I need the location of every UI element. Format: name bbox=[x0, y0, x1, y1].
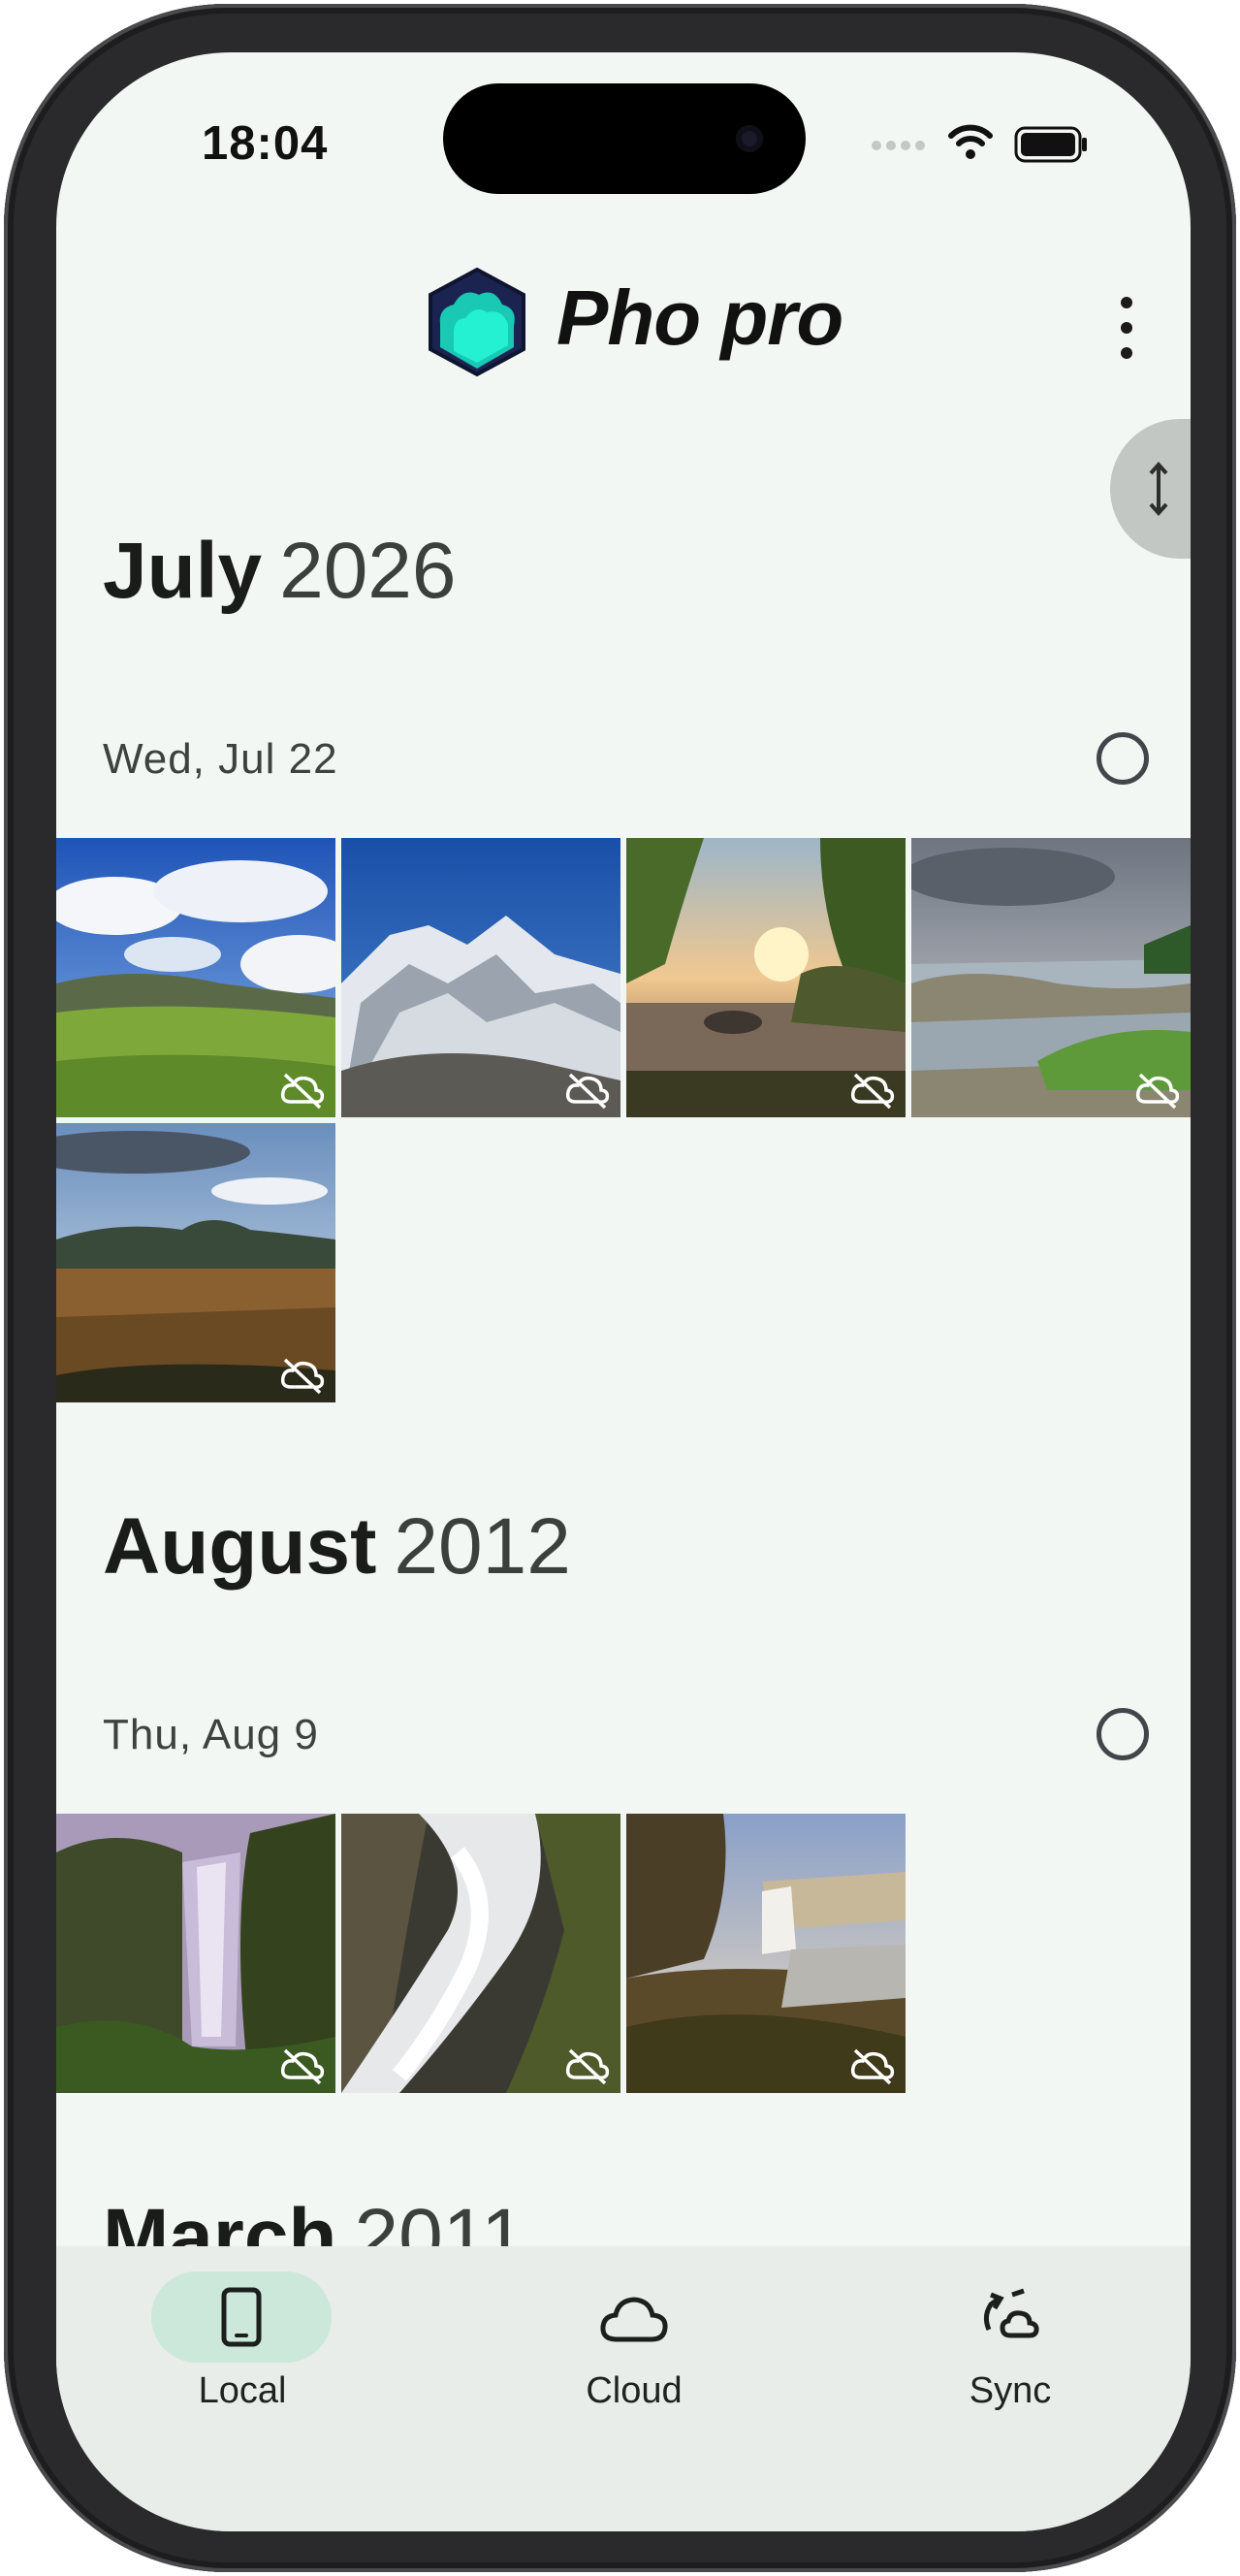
sync-icon bbox=[983, 2288, 1039, 2338]
nav-label: Cloud bbox=[586, 2370, 683, 2411]
status-time: 18:04 bbox=[202, 117, 329, 170]
cloud-off-icon bbox=[850, 1073, 895, 1110]
photo-thumbnail[interactable] bbox=[341, 1814, 620, 2093]
month-year: 2012 bbox=[394, 1502, 571, 1591]
cloud-off-icon bbox=[850, 2048, 895, 2085]
photo-thumbnail[interactable] bbox=[341, 838, 620, 1117]
dynamic-island bbox=[443, 83, 806, 194]
signal-dots-icon bbox=[872, 141, 925, 150]
nav-item-local[interactable]: Local bbox=[107, 2246, 397, 2421]
cloud-off-icon bbox=[565, 1073, 610, 1110]
nav-item-cloud[interactable]: Cloud bbox=[485, 2246, 776, 2421]
phone-frame: 18:04 Pho pro July 2026 Wed, Jul 22 Augu… bbox=[4, 4, 1236, 2572]
phone-icon bbox=[221, 2287, 262, 2347]
nav-label: Sync bbox=[969, 2370, 1052, 2411]
camera-icon bbox=[736, 125, 763, 152]
select-day-checkbox[interactable] bbox=[1097, 732, 1149, 785]
vertical-arrows-icon bbox=[1149, 462, 1168, 516]
day-label: Wed, Jul 22 bbox=[103, 735, 338, 783]
month-year: 2026 bbox=[279, 527, 457, 615]
app-screen: 18:04 Pho pro July 2026 Wed, Jul 22 Augu… bbox=[56, 52, 1191, 2531]
nav-item-sync[interactable]: Sync bbox=[865, 2246, 1156, 2421]
photo-thumbnail[interactable] bbox=[56, 838, 335, 1117]
bottom-navigation: Local Cloud Sync bbox=[56, 2246, 1191, 2531]
month-name: July bbox=[103, 527, 263, 615]
wifi-icon bbox=[948, 124, 993, 159]
photo-thumbnail[interactable] bbox=[911, 838, 1191, 1117]
month-heading: July 2026 bbox=[103, 526, 457, 617]
select-day-checkbox[interactable] bbox=[1097, 1708, 1149, 1760]
cloud-off-icon bbox=[565, 2048, 610, 2085]
fast-scroll-handle[interactable] bbox=[1110, 419, 1191, 559]
battery-icon bbox=[1014, 126, 1087, 163]
month-heading: August 2012 bbox=[103, 1501, 571, 1593]
app-title: Pho pro bbox=[556, 274, 843, 361]
day-label: Thu, Aug 9 bbox=[103, 1711, 319, 1758]
cloud-off-icon bbox=[280, 1358, 325, 1395]
cloud-off-icon bbox=[280, 2048, 325, 2085]
photo-thumbnail[interactable] bbox=[56, 1814, 335, 2093]
more-options-button[interactable] bbox=[1107, 295, 1146, 363]
app-logo bbox=[425, 266, 529, 383]
photo-thumbnail[interactable] bbox=[626, 838, 906, 1117]
cloud-icon bbox=[600, 2297, 668, 2342]
photo-thumbnail[interactable] bbox=[626, 1814, 906, 2093]
cloud-off-icon bbox=[280, 1073, 325, 1110]
month-name: August bbox=[103, 1502, 377, 1591]
photo-thumbnail[interactable] bbox=[56, 1123, 335, 1402]
cloud-off-icon bbox=[1135, 1073, 1180, 1110]
nav-label: Local bbox=[198, 2370, 287, 2411]
